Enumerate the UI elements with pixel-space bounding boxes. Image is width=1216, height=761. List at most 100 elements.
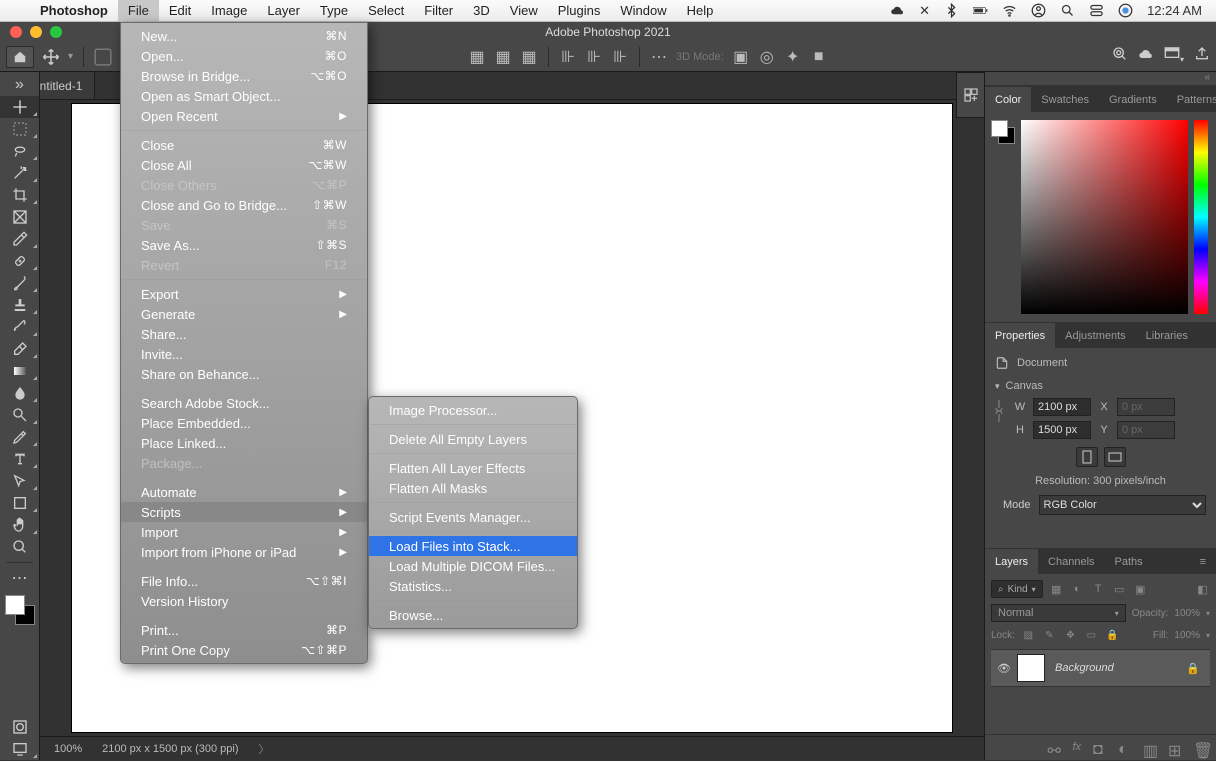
menu-item[interactable]: Place Linked... (121, 433, 367, 453)
width-input[interactable]: 2100 px (1033, 398, 1091, 416)
menu-item[interactable]: Save⌘S (121, 215, 367, 235)
menu-item[interactable]: Print One Copy⌥⇧⌘P (121, 640, 367, 660)
distribute-icon[interactable]: ⊪ (585, 48, 603, 66)
app-name[interactable]: Photoshop (30, 3, 118, 18)
quick-mask-icon[interactable] (0, 716, 39, 738)
spotlight-icon[interactable] (1060, 3, 1075, 18)
zoom-window-button[interactable] (50, 26, 62, 38)
menu-window[interactable]: Window (610, 0, 676, 21)
history-brush-tool[interactable] (0, 316, 39, 338)
eraser-tool[interactable] (0, 338, 39, 360)
menu-view[interactable]: View (500, 0, 548, 21)
home-button[interactable] (6, 46, 34, 68)
menu-file[interactable]: File (118, 0, 159, 21)
screen-mode-icon[interactable] (0, 738, 39, 760)
control-center-icon[interactable] (1089, 3, 1104, 18)
lock-artboard-icon[interactable]: ▭ (1084, 628, 1099, 643)
menu-item[interactable]: Search Adobe Stock... (121, 393, 367, 413)
menu-item[interactable]: Share on Behance... (121, 364, 367, 384)
gradient-tool[interactable] (0, 360, 39, 382)
filter-type-icon[interactable]: T (1091, 582, 1106, 597)
tab-libraries[interactable]: Libraries (1136, 323, 1198, 348)
menu-item[interactable]: Export▶ (121, 284, 367, 304)
menu-item[interactable]: Place Embedded... (121, 413, 367, 433)
fx-icon[interactable]: fx (1072, 741, 1081, 754)
layer-name[interactable]: Background (1055, 662, 1186, 674)
lock-position-icon[interactable]: ✥ (1063, 628, 1078, 643)
lock-transparency-icon[interactable]: ▨ (1021, 628, 1036, 643)
stamp-tool[interactable] (0, 294, 39, 316)
submenu-item[interactable]: Flatten All Layer Effects (369, 458, 577, 478)
submenu-item[interactable]: Script Events Manager... (369, 507, 577, 527)
zoom-tool[interactable] (0, 536, 39, 558)
share-icon[interactable] (1194, 46, 1210, 67)
color-mode-select[interactable]: RGB Color (1039, 495, 1206, 515)
search-icon[interactable] (1112, 46, 1128, 67)
blur-tool[interactable] (0, 382, 39, 404)
distribute-icon[interactable]: ⊪ (559, 48, 577, 66)
type-tool[interactable] (0, 448, 39, 470)
delete-layer-icon[interactable]: 🗑 (1193, 741, 1206, 754)
tools-icon[interactable]: ✕ (919, 3, 930, 19)
dodge-tool[interactable] (0, 404, 39, 426)
lock-all-icon[interactable]: 🔒 (1105, 628, 1120, 643)
mask-icon[interactable]: ◘ (1093, 741, 1106, 754)
orientation-portrait-button[interactable] (1076, 447, 1098, 467)
layer-thumbnail[interactable] (1017, 654, 1045, 682)
submenu-item[interactable]: Load Files into Stack... (369, 536, 577, 556)
wand-tool[interactable] (0, 162, 39, 184)
align-icon[interactable]: ▦ (494, 48, 512, 66)
3d-icon[interactable]: ▣ (732, 48, 750, 66)
menu-item[interactable]: Close and Go to Bridge...⇧⌘W (121, 195, 367, 215)
align-icon[interactable]: ▦ (468, 48, 486, 66)
menu-item[interactable]: Automate▶ (121, 482, 367, 502)
tab-gradients[interactable]: Gradients (1099, 87, 1167, 112)
foreground-background-swatch[interactable] (5, 595, 35, 625)
menu-layer[interactable]: Layer (257, 0, 310, 21)
menu-item[interactable]: Browse in Bridge...⌥⌘O (121, 66, 367, 86)
menu-type[interactable]: Type (310, 0, 358, 21)
hand-tool[interactable] (0, 514, 39, 536)
status-flyout-icon[interactable]: 〉 (259, 741, 270, 757)
user-icon[interactable] (1031, 3, 1046, 18)
menu-item[interactable]: Share... (121, 324, 367, 344)
lasso-tool[interactable] (0, 140, 39, 162)
filter-shape-icon[interactable]: ▭ (1112, 582, 1127, 597)
tools-flyout-icon[interactable]: » (0, 74, 39, 96)
menu-3d[interactable]: 3D (463, 0, 500, 21)
tab-properties[interactable]: Properties (985, 323, 1055, 348)
menu-item[interactable]: Close Others⌥⌘P (121, 175, 367, 195)
overflow-icon[interactable]: ⋯ (650, 48, 668, 66)
move-tool[interactable] (0, 96, 39, 118)
cloud-docs-icon[interactable] (1138, 46, 1154, 67)
layer-filter-kind[interactable]: ⌕Kind▾ (991, 580, 1043, 598)
auto-select-checkbox[interactable] (94, 48, 112, 66)
submenu-item[interactable]: Load Multiple DICOM Files... (369, 556, 577, 576)
menu-item[interactable]: RevertF12 (121, 255, 367, 275)
menu-item[interactable]: Import▶ (121, 522, 367, 542)
menu-edit[interactable]: Edit (159, 0, 201, 21)
panel-menu-icon[interactable]: ≡ (1190, 549, 1216, 574)
filter-adjust-icon[interactable]: ◐ (1070, 582, 1085, 597)
edit-toolbar-icon[interactable]: ⋯ (0, 567, 39, 589)
menu-item[interactable]: Close⌘W (121, 135, 367, 155)
shape-tool[interactable] (0, 492, 39, 514)
bluetooth-icon[interactable] (944, 3, 959, 18)
new-layer-icon[interactable]: ⊞ (1168, 741, 1181, 754)
zoom-level[interactable]: 100% (54, 743, 82, 755)
3d-icon[interactable]: ✦ (784, 48, 802, 66)
link-layers-icon[interactable]: ⚯ (1047, 741, 1060, 754)
tab-channels[interactable]: Channels (1038, 549, 1104, 574)
close-window-button[interactable] (10, 26, 22, 38)
minimize-window-button[interactable] (30, 26, 42, 38)
menu-item[interactable]: Invite... (121, 344, 367, 364)
siri-icon[interactable] (1118, 3, 1133, 18)
menu-item[interactable]: File Info...⌥⇧⌘I (121, 571, 367, 591)
crop-tool[interactable] (0, 184, 39, 206)
marquee-tool[interactable] (0, 118, 39, 140)
menu-item[interactable]: Save As...⇧⌘S (121, 235, 367, 255)
height-input[interactable]: 1500 px (1033, 421, 1091, 439)
healing-tool[interactable] (0, 250, 39, 272)
frame-tool[interactable] (0, 206, 39, 228)
tab-color[interactable]: Color (985, 87, 1031, 112)
